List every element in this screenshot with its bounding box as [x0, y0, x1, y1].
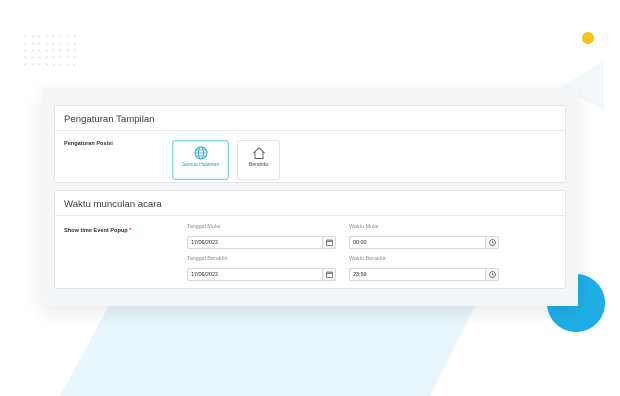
start-time-picker-button[interactable] — [485, 237, 498, 248]
start-date-input[interactable]: 17/06/2022 — [187, 236, 336, 249]
globe-icon — [194, 146, 207, 160]
yellow-dot-decoration — [582, 32, 594, 44]
option-home-label: Beranda — [249, 162, 268, 168]
end-date-input[interactable]: 17/06/2022 — [187, 268, 336, 281]
end-date-value: 17/06/2022 — [191, 272, 218, 278]
dot-grid-decoration — [22, 33, 80, 67]
clock-icon — [488, 239, 496, 246]
clock-icon — [488, 271, 496, 278]
end-date-label: Tanggal Berakhir — [187, 256, 228, 262]
event-time-panel: Waktu munculan acara Show time Event Pop… — [54, 190, 566, 289]
option-all-pages-label: Semua Halaman — [181, 162, 220, 168]
end-time-value: 23:59 — [353, 272, 367, 278]
settings-card: Pengaturan Tampilan Pengaturan Posisi Se… — [42, 88, 578, 306]
end-time-picker-button[interactable] — [485, 269, 498, 280]
option-home[interactable]: Beranda — [237, 140, 280, 180]
home-icon — [252, 147, 265, 159]
start-time-label: Waktu Mulai — [349, 224, 379, 230]
calendar-icon — [325, 271, 333, 278]
start-date-picker-button[interactable] — [322, 237, 335, 248]
end-time-label: Waktu Berakhir — [349, 256, 386, 262]
show-time-label: Show time Event Popup * — [64, 228, 131, 234]
end-time-input[interactable]: 23:59 — [349, 268, 499, 281]
event-time-title: Waktu munculan acara — [55, 191, 565, 216]
display-settings-panel: Pengaturan Tampilan Pengaturan Posisi Se… — [54, 105, 566, 183]
start-time-value: 00:00 — [353, 240, 367, 246]
show-time-label-text: Show time Event Popup — [64, 228, 128, 234]
end-date-picker-button[interactable] — [322, 269, 335, 280]
option-all-pages[interactable]: Semua Halaman — [172, 140, 229, 180]
position-settings-label: Pengaturan Posisi — [64, 141, 113, 147]
display-settings-title: Pengaturan Tampilan — [55, 106, 565, 131]
start-date-label: Tanggal Mulai — [187, 224, 221, 230]
calendar-icon — [325, 239, 333, 246]
start-date-value: 17/06/2022 — [191, 240, 218, 246]
start-time-input[interactable]: 00:00 — [349, 236, 499, 249]
required-mark: * — [129, 228, 132, 234]
